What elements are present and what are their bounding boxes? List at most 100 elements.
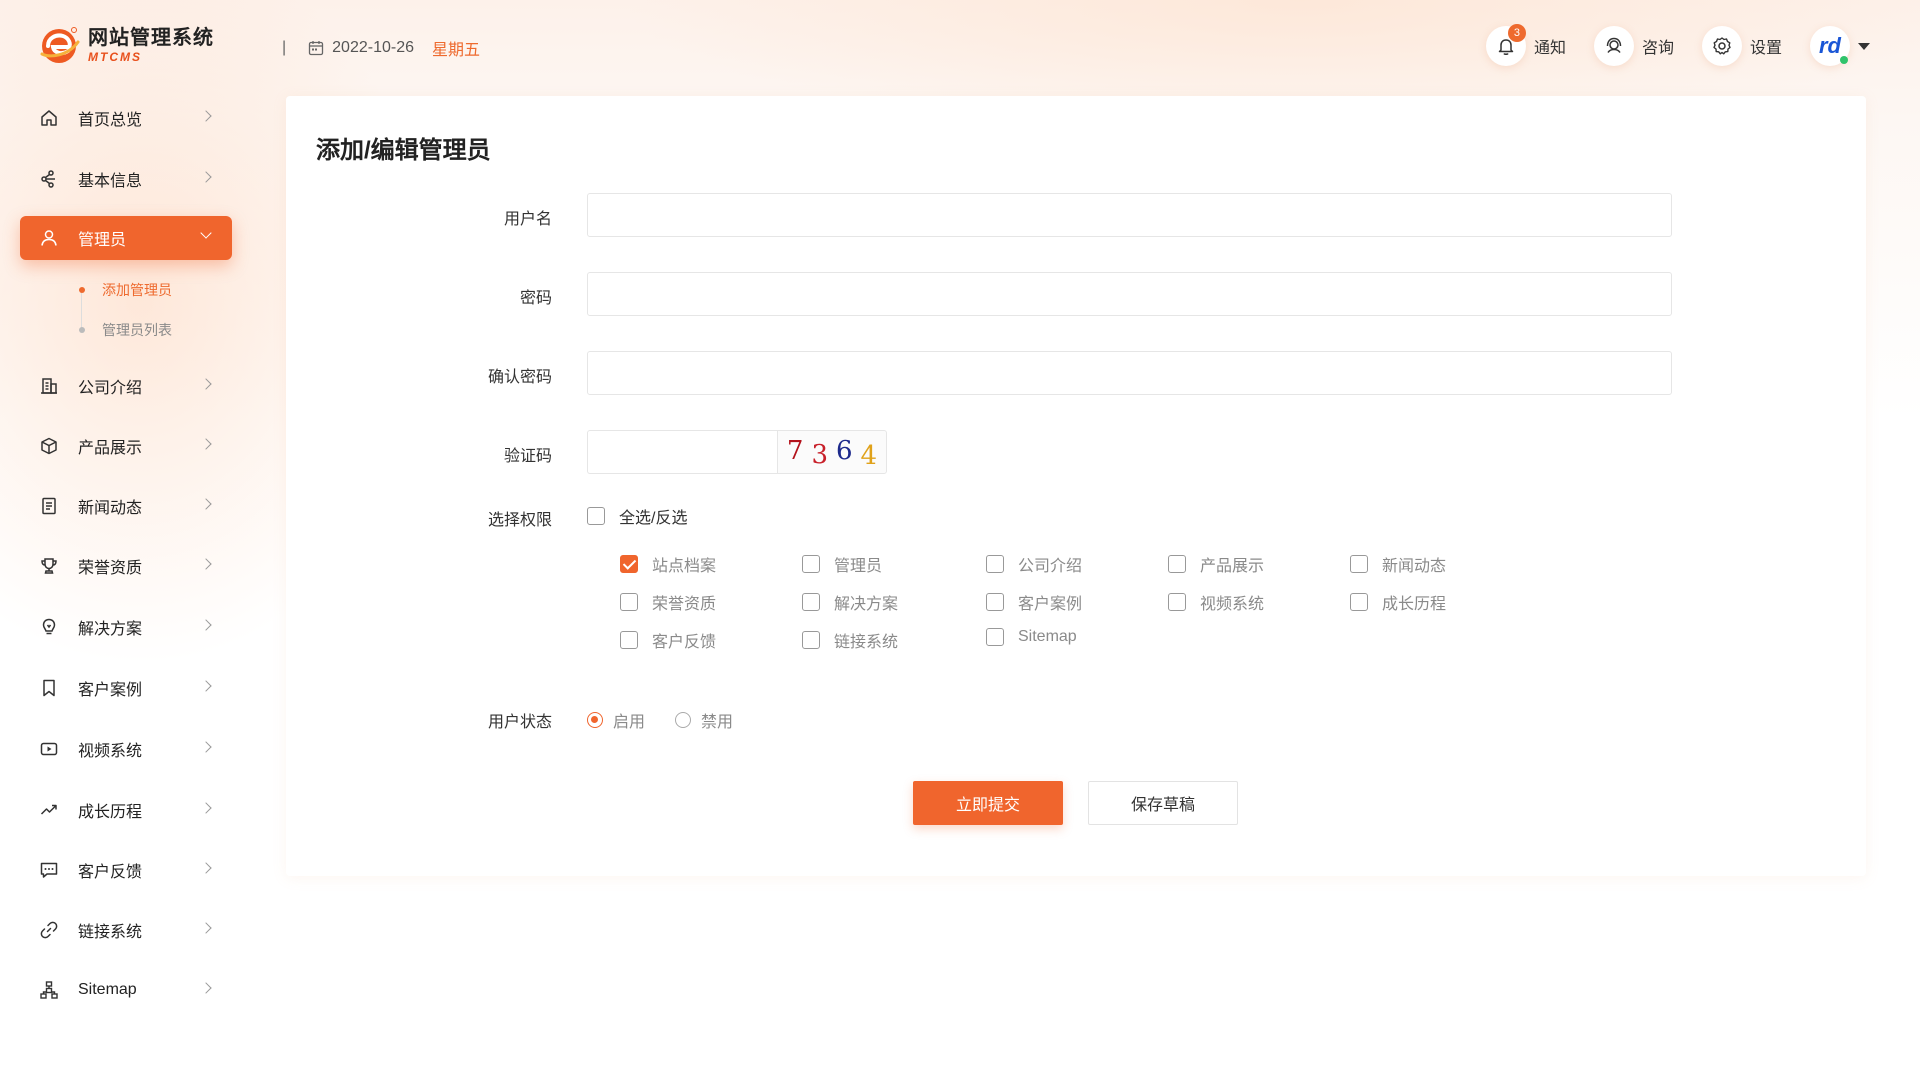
sidebar-item-honors[interactable]: 荣誉资质 bbox=[20, 544, 232, 588]
perm-checkbox-sitemap[interactable]: Sitemap bbox=[986, 628, 1077, 646]
status-enabled-radio[interactable]: 启用 bbox=[587, 708, 645, 732]
brand-title: 网站管理系统 bbox=[88, 26, 214, 49]
perm-checkbox-video[interactable]: 视频系统 bbox=[1168, 590, 1264, 614]
settings-icon-wrap bbox=[1701, 26, 1742, 66]
chevron-right-icon bbox=[200, 802, 212, 814]
perm-checkbox-news[interactable]: 新闻动态 bbox=[1350, 552, 1446, 576]
sidebar-item-company[interactable]: 公司介绍 bbox=[20, 364, 232, 408]
consult-button[interactable]: 咨询 bbox=[1593, 26, 1674, 66]
checkbox-box bbox=[802, 555, 820, 573]
username-input[interactable] bbox=[587, 193, 1672, 237]
sidebar-item-feedback[interactable]: 客户反馈 bbox=[20, 848, 232, 892]
perm-label: 客户案例 bbox=[1018, 596, 1083, 613]
gear-icon bbox=[1713, 37, 1731, 55]
consult-label: 咨询 bbox=[1641, 40, 1674, 57]
perm-checkbox-links[interactable]: 链接系统 bbox=[802, 628, 898, 652]
consult-icon-wrap bbox=[1593, 26, 1634, 66]
headset-icon bbox=[1606, 37, 1622, 53]
select-all-label: 全选/反选 bbox=[619, 510, 688, 527]
checkbox-box bbox=[587, 507, 605, 525]
submit-button[interactable]: 立即提交 bbox=[913, 781, 1063, 825]
submenu-add-admin[interactable]: 添加管理员 bbox=[79, 270, 232, 310]
checkbox-box bbox=[620, 555, 638, 573]
sidebar: 首页总览 基本信息 管理员 添加管理员 管理员列表 公司介绍 产品展示 新闻动态… bbox=[20, 96, 232, 1012]
sidebar-item-news[interactable]: 新闻动态 bbox=[20, 484, 232, 528]
trophy-icon bbox=[38, 555, 60, 577]
sidebar-item-label: 成长历程 bbox=[78, 804, 143, 821]
checkbox-box bbox=[620, 593, 638, 611]
calendar-icon bbox=[309, 41, 324, 56]
sidebar-item-admin[interactable]: 管理员 bbox=[20, 216, 232, 260]
password-label: 密码 bbox=[519, 290, 552, 307]
settings-button[interactable]: 设置 bbox=[1701, 26, 1782, 66]
captcha-char: 4 bbox=[860, 441, 878, 471]
caret-down-icon[interactable] bbox=[1858, 42, 1870, 50]
captcha-char: 6 bbox=[836, 436, 853, 466]
perm-label: 视频系统 bbox=[1200, 596, 1265, 613]
sidebar-item-label: 新闻动态 bbox=[78, 500, 143, 517]
password-input[interactable] bbox=[587, 272, 1672, 316]
sidebar-item-cases[interactable]: 客户案例 bbox=[20, 666, 232, 710]
network-icon bbox=[38, 168, 60, 190]
link-icon bbox=[38, 919, 60, 941]
lightbulb-icon bbox=[38, 616, 60, 638]
user-icon bbox=[38, 227, 60, 249]
perm-checkbox-products[interactable]: 产品展示 bbox=[1168, 552, 1264, 576]
sidebar-item-history[interactable]: 成长历程 bbox=[20, 788, 232, 832]
perm-checkbox-company[interactable]: 公司介绍 bbox=[986, 552, 1082, 576]
user-menu[interactable]: rd bbox=[1810, 26, 1870, 66]
notify-button[interactable]: 3 通知 bbox=[1485, 24, 1566, 66]
building-icon bbox=[38, 375, 60, 397]
settings-label: 设置 bbox=[1749, 40, 1782, 57]
perm-checkbox-honors[interactable]: 荣誉资质 bbox=[620, 590, 716, 614]
perm-checkbox-site-archive[interactable]: 站点档案 bbox=[620, 552, 716, 576]
chevron-right-icon bbox=[200, 619, 212, 631]
checkbox-box bbox=[986, 555, 1004, 573]
sidebar-item-basic-info[interactable]: 基本信息 bbox=[20, 157, 232, 201]
chevron-right-icon bbox=[200, 862, 212, 874]
bookmark-icon bbox=[38, 677, 60, 699]
checkbox-box bbox=[1350, 593, 1368, 611]
confirm-password-input[interactable] bbox=[587, 351, 1672, 395]
brand-subtitle: MTCMS bbox=[88, 49, 142, 64]
perm-checkbox-solutions[interactable]: 解决方案 bbox=[802, 590, 898, 614]
checkbox-box bbox=[986, 593, 1004, 611]
perm-label: 新闻动态 bbox=[1382, 558, 1447, 575]
sidebar-item-label: 视频系统 bbox=[78, 743, 143, 760]
status-disabled-radio[interactable]: 禁用 bbox=[675, 708, 733, 732]
logo-icon bbox=[40, 27, 80, 63]
sidebar-item-sitemap[interactable]: Sitemap bbox=[20, 968, 232, 1012]
sidebar-item-video[interactable]: 视频系统 bbox=[20, 727, 232, 771]
captcha-image[interactable]: 7 3 6 4 bbox=[777, 430, 887, 474]
chevron-right-icon bbox=[200, 741, 212, 753]
home-icon bbox=[38, 107, 60, 129]
captcha-label: 验证码 bbox=[503, 448, 552, 465]
sidebar-item-products[interactable]: 产品展示 bbox=[20, 424, 232, 468]
top-header: 网站管理系统 MTCMS | 2022-10-26 星期五 3 通知 咨询 设置… bbox=[0, 0, 1920, 96]
box-icon bbox=[38, 435, 60, 457]
logo[interactable]: 网站管理系统 MTCMS bbox=[38, 24, 214, 66]
sidebar-item-solutions[interactable]: 解决方案 bbox=[20, 605, 232, 649]
perm-checkbox-admin[interactable]: 管理员 bbox=[802, 552, 882, 576]
save-draft-button[interactable]: 保存草稿 bbox=[1088, 781, 1238, 825]
chevron-right-icon bbox=[200, 982, 212, 994]
select-all-checkbox[interactable]: 全选/反选 bbox=[587, 504, 687, 528]
notify-label: 通知 bbox=[1533, 40, 1566, 57]
message-icon bbox=[38, 859, 60, 881]
perm-label: 客户反馈 bbox=[652, 634, 717, 651]
submenu-admin-list[interactable]: 管理员列表 bbox=[79, 310, 232, 350]
perm-checkbox-feedback[interactable]: 客户反馈 bbox=[620, 628, 716, 652]
perm-checkbox-cases[interactable]: 客户案例 bbox=[986, 590, 1082, 614]
trend-icon bbox=[38, 799, 60, 821]
sidebar-item-label: 解决方案 bbox=[78, 621, 143, 638]
captcha-input[interactable] bbox=[587, 430, 777, 474]
perm-label: Sitemap bbox=[1018, 628, 1077, 645]
avatar-text: rd bbox=[1819, 33, 1841, 58]
video-icon bbox=[38, 738, 60, 760]
sidebar-item-home[interactable]: 首页总览 bbox=[20, 96, 232, 140]
current-weekday: 星期五 bbox=[432, 42, 481, 59]
radio-dot bbox=[675, 712, 691, 728]
perm-label: 产品展示 bbox=[1200, 558, 1265, 575]
perm-checkbox-history[interactable]: 成长历程 bbox=[1350, 590, 1446, 614]
sidebar-item-links[interactable]: 链接系统 bbox=[20, 908, 232, 952]
